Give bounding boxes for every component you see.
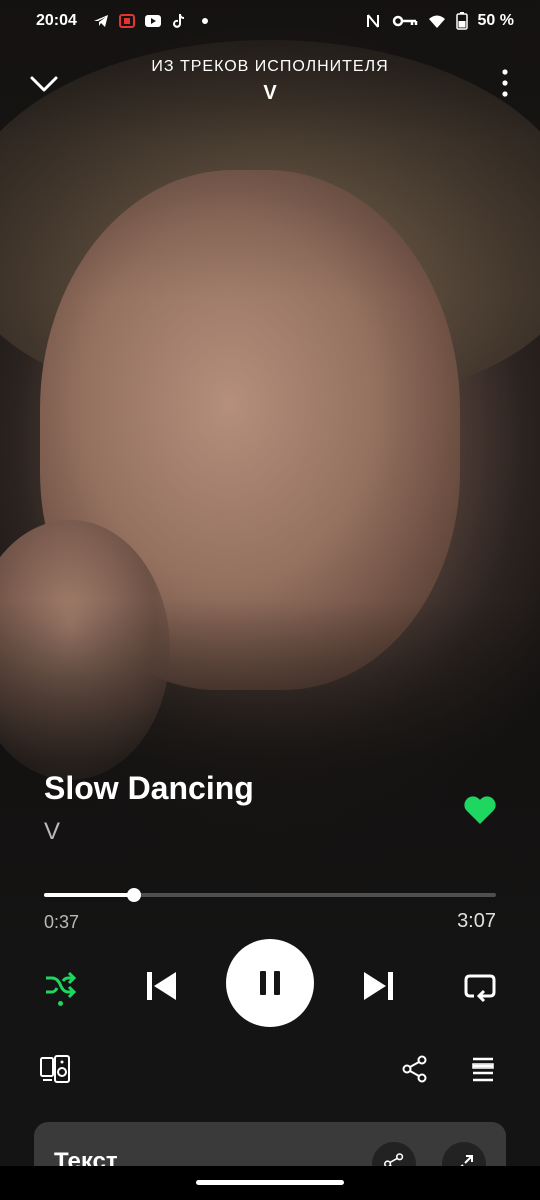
progress-bar[interactable] [44,888,496,902]
now-playing-screen: 20:04 50 % ИЗ ТРЕКОВ ИСПОЛНИТЕЛЯ V Slow … [0,0,540,1200]
progress-fill [44,893,135,897]
nfc-icon [366,14,379,28]
more-options-icon[interactable] [500,68,510,98]
playing-from-label: ИЗ ТРЕКОВ ИСПОЛНИТЕЛЯ [151,58,389,75]
navigation-bar [0,1166,540,1200]
status-time: 20:04 [36,12,77,29]
previous-track-icon[interactable] [140,964,184,1008]
playback-controls [0,936,540,1036]
battery-percent: 50 % [477,12,514,29]
total-time: 3:07 [457,910,496,932]
share-icon[interactable] [400,1054,430,1084]
pause-button[interactable] [226,939,314,1027]
dot-icon [202,18,208,24]
status-bar: 20:04 50 % [0,0,540,44]
repeat-icon[interactable] [460,966,500,1006]
pause-icon [260,971,280,995]
wifi-icon [428,15,445,28]
shuffle-icon[interactable] [40,966,80,1006]
notification-icons [92,12,214,30]
shuffle-active-dot [58,1001,63,1006]
secondary-actions [0,1050,540,1090]
next-track-icon[interactable] [356,964,400,1008]
battery-icon [455,12,468,30]
player-header: ИЗ ТРЕКОВ ИСПОЛНИТЕЛЯ V [0,52,540,112]
track-artist[interactable]: V [44,818,60,846]
connect-device-icon[interactable] [38,1052,72,1086]
telegram-icon [94,15,108,27]
system-icons: 50 % [364,12,514,30]
home-gesture-handle[interactable] [196,1180,344,1185]
key-icon [392,15,417,27]
playing-from-name[interactable]: V [0,82,540,105]
youtube-icon [145,15,161,27]
track-title[interactable]: Slow Dancing [44,770,254,807]
queue-icon[interactable] [468,1054,498,1084]
tiktok-icon [173,14,184,28]
heart-icon[interactable] [460,790,500,830]
app-icon [119,14,135,28]
elapsed-time: 0:37 [44,912,80,932]
